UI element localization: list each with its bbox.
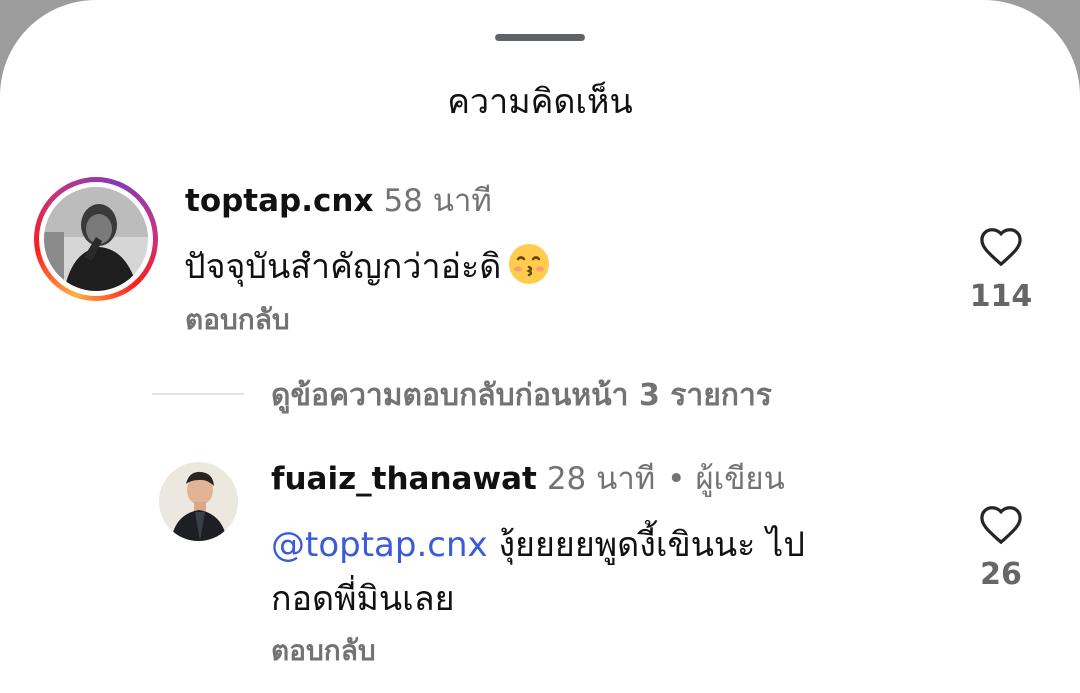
comment-username[interactable]: toptap.cnx [185, 183, 373, 219]
view-previous-replies-button[interactable]: ดูข้อความตอบกลับก่อนหน้า 3 รายการ [271, 376, 772, 416]
kissing-face-emoji-icon [509, 244, 550, 284]
mention-link[interactable]: @toptap.cnx [271, 525, 488, 565]
like-button[interactable]: 26 [961, 503, 1041, 595]
comment-time: 58 นาที [383, 183, 492, 219]
meta-separator: • [667, 461, 686, 497]
like-count: 114 [969, 279, 1033, 314]
avatar[interactable] [159, 462, 238, 541]
avatar[interactable] [44, 187, 148, 291]
comment-header: fuaiz_thanawat 28 นาที • ผู้เขียน [271, 459, 785, 499]
story-avatar-ring[interactable] [34, 177, 158, 301]
comment-body: งุ้ยยยยพูดงี้เขินนะ ไป [487, 525, 805, 565]
replies-divider [152, 393, 244, 395]
comment-text: @toptap.cnx งุ้ยยยยพูดงี้เขินนะ ไป กอดพี… [271, 518, 911, 626]
like-button[interactable]: 114 [961, 225, 1041, 317]
comment-body: กอดพี่มินเลย [271, 579, 455, 619]
comment-time: 28 นาที [546, 461, 656, 497]
comment-text: ปัจจุบันสำคัญกว่าอ่ะดิ [184, 240, 550, 294]
sheet-title: ความคิดเห็น [447, 82, 633, 122]
heart-outline-icon[interactable] [978, 503, 1024, 545]
reply-button[interactable]: ตอบกลับ [185, 300, 290, 340]
comments-sheet: ความคิดเห็น toptap.cnx 58 นาที ปัจจุบันสำ… [0, 0, 1080, 693]
comment-username[interactable]: fuaiz_thanawat [271, 461, 537, 497]
heart-outline-icon[interactable] [978, 225, 1024, 267]
comment-body: ปัจจุบันสำคัญกว่าอ่ะดิ [184, 247, 502, 287]
like-count: 26 [980, 557, 1022, 592]
drag-handle[interactable] [495, 34, 585, 41]
reply-button[interactable]: ตอบกลับ [271, 631, 376, 671]
comment-header: toptap.cnx 58 นาที [185, 181, 492, 221]
author-badge: ผู้เขียน [695, 461, 785, 497]
